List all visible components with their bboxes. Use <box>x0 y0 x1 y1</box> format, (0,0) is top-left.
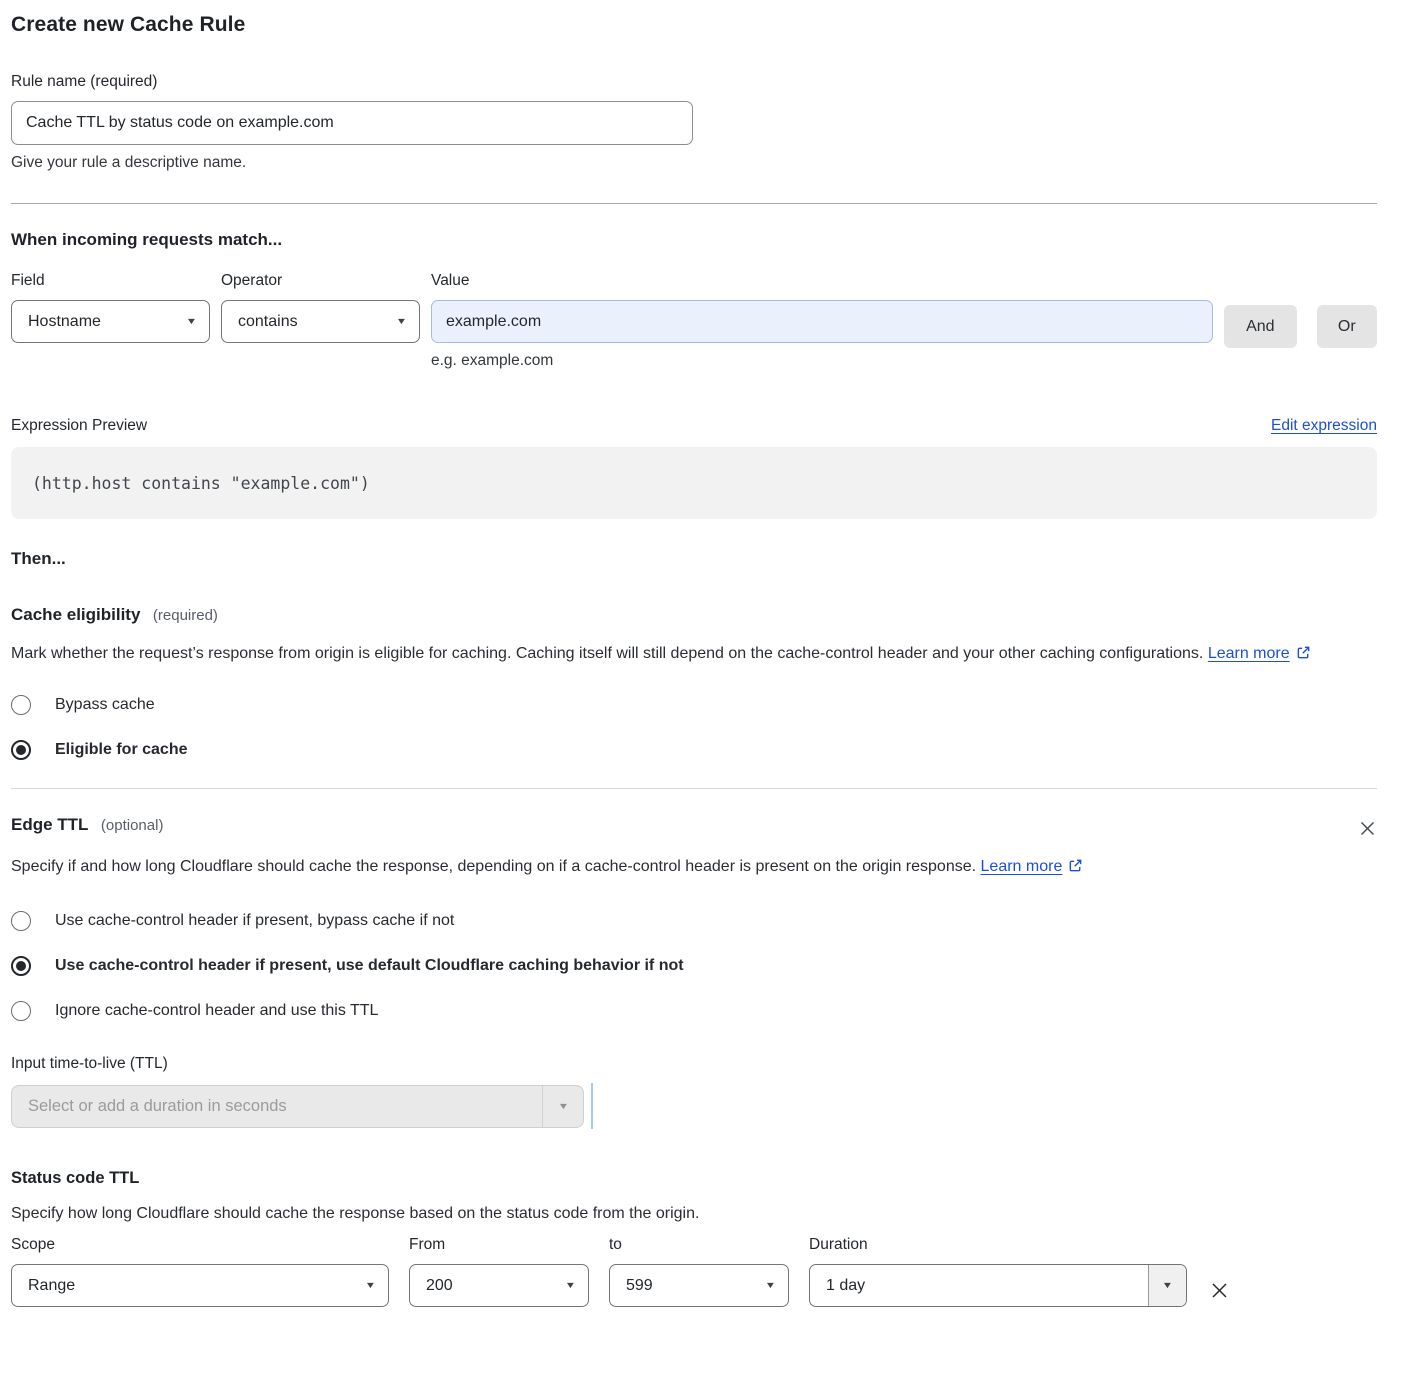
chevron-down-icon: ▼ <box>1162 1281 1174 1290</box>
from-column: From 200 ▼ <box>409 1236 589 1307</box>
match-heading: When incoming requests match... <box>11 230 1377 250</box>
from-select[interactable]: 200 ▼ <box>409 1264 589 1307</box>
edge-ttl-description: Specify if and how long Cloudflare shoul… <box>11 853 1111 883</box>
field-select-value: Hostname <box>28 313 101 331</box>
operator-select[interactable]: contains ▼ <box>221 300 420 343</box>
from-label: From <box>409 1236 589 1254</box>
section-divider-middle <box>11 788 1377 789</box>
edge-ttl-optional-tag: (optional) <box>101 817 164 834</box>
to-column: to 599 ▼ <box>609 1236 789 1307</box>
external-link-icon <box>1296 642 1311 670</box>
rule-name-input[interactable] <box>11 101 693 145</box>
value-column: Value e.g. example.com <box>431 272 1213 370</box>
radio-unselected-icon[interactable] <box>11 911 31 931</box>
ttl-duration-select[interactable]: Select or add a duration in seconds ▼ <box>11 1085 584 1128</box>
value-label: Value <box>431 272 1213 290</box>
ttl-input-label: Input time-to-live (TTL) <box>11 1055 1377 1073</box>
to-select-value: 599 <box>626 1277 653 1295</box>
chevron-down-icon: ▼ <box>186 317 198 326</box>
create-cache-rule-page: Create new Cache Rule Rule name (require… <box>0 0 1412 1307</box>
edge-ttl-description-text: Specify if and how long Cloudflare shoul… <box>11 858 976 875</box>
cache-eligibility-learn-more-link[interactable]: Learn more <box>1208 645 1290 662</box>
duration-label: Duration <box>809 1236 1187 1254</box>
status-code-ttl-row: Scope Range ▼ From 200 ▼ to 599 ▼ Durati… <box>11 1236 1377 1307</box>
duration-select-value: 1 day <box>810 1265 1148 1306</box>
chevron-down-icon: ▼ <box>365 1281 377 1290</box>
expression-preview-label: Expression Preview <box>11 417 147 435</box>
chevron-down-icon: ▼ <box>396 317 408 326</box>
cache-eligibility-heading-row: Cache eligibility (required) <box>11 605 1377 625</box>
operator-column: Operator contains ▼ <box>221 272 420 343</box>
and-button[interactable]: And <box>1224 305 1297 348</box>
edit-expression-link[interactable]: Edit expression <box>1271 417 1377 435</box>
duration-column: Duration 1 day ▼ <box>809 1236 1187 1307</box>
radio-unselected-icon[interactable] <box>11 695 31 715</box>
chevron-down-icon: ▼ <box>565 1281 577 1290</box>
ttl-duration-placeholder: Select or add a duration in seconds <box>12 1086 542 1127</box>
chevron-down-icon: ▼ <box>765 1281 777 1290</box>
text-cursor <box>591 1083 593 1129</box>
external-link-icon <box>1068 855 1083 883</box>
edge-ttl-option-bypass[interactable]: Use cache-control header if present, byp… <box>11 911 1377 931</box>
to-select[interactable]: 599 ▼ <box>609 1264 789 1307</box>
rule-name-label: Rule name (required) <box>11 73 1377 91</box>
status-code-ttl-description: Specify how long Cloudflare should cache… <box>11 1200 1377 1228</box>
duration-select[interactable]: 1 day ▼ <box>809 1264 1187 1307</box>
to-label: to <box>609 1236 789 1254</box>
delete-status-ttl-row-icon[interactable] <box>1209 1280 1230 1306</box>
radio-unselected-icon[interactable] <box>11 1001 31 1021</box>
edge-ttl-close-icon[interactable] <box>1358 819 1377 843</box>
cache-eligibility-required-tag: (required) <box>153 607 218 624</box>
expression-header: Expression Preview Edit expression <box>11 417 1377 435</box>
edge-ttl-learn-more-link[interactable]: Learn more <box>981 858 1063 875</box>
section-divider-top <box>11 203 1377 204</box>
edge-ttl-heading-row: Edge TTL (optional) <box>11 815 163 835</box>
field-label: Field <box>11 272 210 290</box>
ttl-input-row: Select or add a duration in seconds ▼ <box>11 1073 1377 1129</box>
ttl-select-arrow-zone[interactable]: ▼ <box>542 1086 583 1127</box>
chevron-down-icon: ▼ <box>557 1102 569 1111</box>
then-heading: Then... <box>11 549 1377 569</box>
field-column: Field Hostname ▼ <box>11 272 210 343</box>
expression-preview-box: (http.host contains "example.com") <box>11 447 1377 519</box>
rule-name-helper: Give your rule a descriptive name. <box>11 154 1377 172</box>
scope-label: Scope <box>11 1236 389 1254</box>
eligible-for-cache-option[interactable]: Eligible for cache <box>11 740 1377 760</box>
scope-select[interactable]: Range ▼ <box>11 1264 389 1307</box>
edge-ttl-header: Edge TTL (optional) <box>11 815 1377 843</box>
edge-ttl-heading: Edge TTL <box>11 815 88 834</box>
value-helper: e.g. example.com <box>431 352 1213 370</box>
edge-ttl-option-default-label: Use cache-control header if present, use… <box>55 957 684 975</box>
edge-ttl-option-ignore[interactable]: Ignore cache-control header and use this… <box>11 1001 1377 1021</box>
edge-ttl-option-bypass-label: Use cache-control header if present, byp… <box>55 912 454 930</box>
match-condition-row: Field Hostname ▼ Operator contains ▼ Val… <box>11 272 1377 370</box>
field-select[interactable]: Hostname ▼ <box>11 300 210 343</box>
from-select-value: 200 <box>426 1277 453 1295</box>
radio-selected-icon[interactable] <box>11 956 31 976</box>
scope-column: Scope Range ▼ <box>11 1236 389 1307</box>
bypass-cache-option[interactable]: Bypass cache <box>11 695 1377 715</box>
cache-eligibility-heading: Cache eligibility <box>11 605 140 624</box>
page-title: Create new Cache Rule <box>11 13 1377 37</box>
value-input[interactable] <box>431 300 1213 343</box>
edge-ttl-option-ignore-label: Ignore cache-control header and use this… <box>55 1002 378 1020</box>
radio-selected-icon[interactable] <box>11 740 31 760</box>
cache-eligibility-description: Mark whether the request’s response from… <box>11 640 1355 670</box>
or-button[interactable]: Or <box>1317 305 1377 348</box>
duration-select-arrow-zone[interactable]: ▼ <box>1148 1265 1186 1306</box>
operator-label: Operator <box>221 272 420 290</box>
eligible-for-cache-label: Eligible for cache <box>55 741 187 759</box>
status-code-ttl-heading: Status code TTL <box>11 1169 1377 1188</box>
cache-eligibility-description-text: Mark whether the request’s response from… <box>11 645 1203 662</box>
edge-ttl-option-default[interactable]: Use cache-control header if present, use… <box>11 956 1377 976</box>
operator-select-value: contains <box>238 313 298 331</box>
bypass-cache-label: Bypass cache <box>55 696 155 714</box>
scope-select-value: Range <box>28 1277 75 1295</box>
expression-code: (http.host contains "example.com") <box>32 474 370 493</box>
